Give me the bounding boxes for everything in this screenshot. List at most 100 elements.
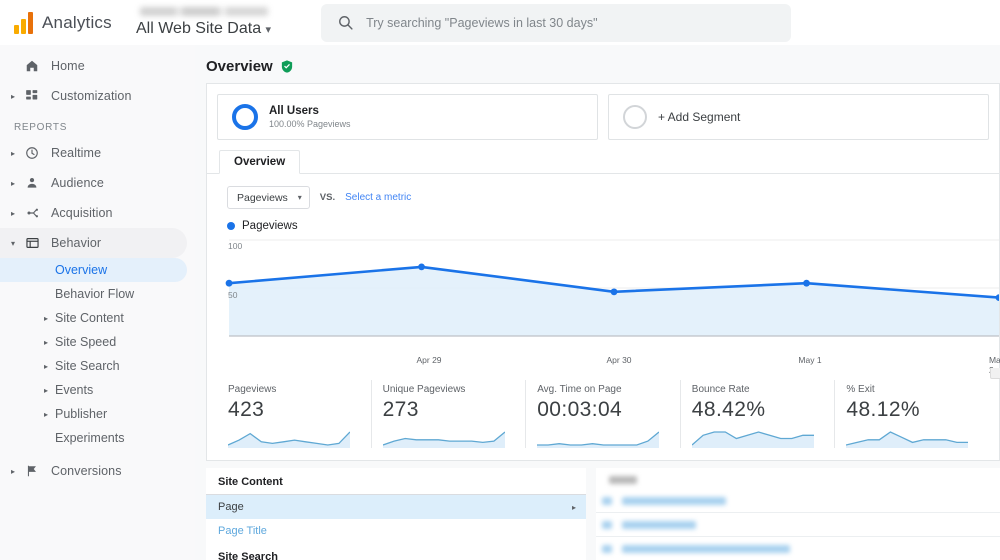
- chevron-down-icon: ▾: [297, 193, 302, 202]
- sidebar-sublabel: Site Content: [55, 311, 124, 325]
- chevron-down-icon: ▾: [265, 24, 272, 36]
- add-segment-label: + Add Segment: [658, 110, 741, 124]
- chart-zoom-handle[interactable]: •: [990, 368, 1000, 379]
- row-index-redacted: [602, 544, 612, 553]
- brand-block[interactable]: Analytics: [0, 11, 130, 34]
- kpi-value: 48.12%: [846, 398, 920, 421]
- tab-strip: Overview: [207, 148, 999, 174]
- tab-overview[interactable]: Overview: [219, 150, 301, 174]
- expand-arrow: ▸: [44, 409, 49, 419]
- sidebar-subitem-events[interactable]: ▸ Events: [0, 378, 195, 402]
- sidebar-subitem-behavior-flow[interactable]: Behavior Flow: [0, 282, 195, 306]
- page-header: Overview: [195, 45, 1000, 83]
- sidebar-subitem-site-search[interactable]: ▸ Site Search: [0, 354, 195, 378]
- search-input[interactable]: Try searching "Pageviews in last 30 days…: [321, 3, 792, 42]
- page-list-item[interactable]: [596, 537, 1000, 560]
- dimension-row-page[interactable]: Page ▸: [206, 495, 586, 519]
- add-segment-ring-icon: [623, 105, 647, 129]
- page-link-redacted: [622, 520, 696, 529]
- page-link-redacted: [622, 544, 790, 553]
- kpi-value: 273: [382, 398, 419, 421]
- search-icon: [339, 16, 353, 30]
- analytics-app: Analytics All Web Site Data ▾ Try search…: [0, 0, 1000, 560]
- segment-subtitle: 100.00% Pageviews: [269, 119, 351, 129]
- row-index-redacted: [602, 520, 612, 529]
- sidebar-subitem-site-speed[interactable]: ▸ Site Speed: [0, 330, 195, 354]
- sidebar-label: Behavior: [51, 236, 102, 250]
- sidebar-subitem-publisher[interactable]: ▸ Publisher: [0, 402, 195, 426]
- site-content-panel: Site Content Page ▸ Page Title Site Sear…: [206, 468, 586, 560]
- sparkline-avg-time: [537, 431, 660, 448]
- sidebar-subitem-overview[interactable]: Overview: [0, 258, 187, 282]
- dimension-row-page-title[interactable]: Page Title: [206, 519, 586, 543]
- metric-dropdown-value: Pageviews: [237, 191, 288, 204]
- select-metric-link[interactable]: Select a metric: [345, 192, 411, 203]
- app-body: Home ▸ Customization REPORTS ▸ Realtime …: [0, 45, 1000, 560]
- x-tick-may-1: May 1: [798, 355, 822, 365]
- kpi-label: Avg. Time on Page: [537, 384, 622, 395]
- kpi-pageviews: Pageviews 423: [217, 380, 372, 448]
- property-selector[interactable]: All Web Site Data ▾: [130, 0, 271, 45]
- sidebar-item-conversions[interactable]: ▸ Conversions: [0, 456, 195, 486]
- sidebar-sublabel: Events: [55, 383, 94, 397]
- segments-bar: All Users 100.00% Pageviews + Add Segmen…: [207, 84, 999, 148]
- sidebar-item-audience[interactable]: ▸ Audience: [0, 168, 195, 198]
- sidebar-label: Acquisition: [51, 206, 113, 220]
- page-list-item[interactable]: [596, 513, 1000, 537]
- dimension-label: Page Title: [218, 525, 267, 537]
- page-link-redacted: [622, 496, 726, 505]
- kpi-value: 423: [228, 398, 265, 421]
- sidebar-subitem-site-content[interactable]: ▸ Site Content: [0, 306, 195, 330]
- kpi-unique-pageviews: Unique Pageviews 273: [372, 380, 527, 448]
- sparkline-exit-rate: [846, 431, 969, 448]
- metric-dropdown[interactable]: Pageviews ▾: [227, 186, 310, 209]
- sidebar-item-realtime[interactable]: ▸ Realtime: [0, 138, 195, 168]
- sidebar-item-behavior[interactable]: ▾ Behavior: [0, 228, 187, 258]
- person-icon: [20, 176, 44, 190]
- chevron-right-icon: ▸: [571, 502, 576, 512]
- chart-x-axis: Apr 29 Apr 30 May 1 May 2 •: [207, 354, 1000, 379]
- site-content-title: Site Content: [206, 468, 586, 495]
- segment-title: All Users: [269, 105, 319, 117]
- flag-icon: [20, 464, 44, 478]
- analytics-bars-icon: [14, 11, 33, 34]
- kpi-label: Pageviews: [228, 384, 277, 395]
- sidebar-label: Audience: [51, 176, 104, 190]
- sidebar-sublabel: Publisher: [55, 407, 108, 421]
- expand-arrow: ▸: [10, 178, 15, 188]
- chart-legend: Pageviews: [207, 209, 999, 232]
- dimension-label: Page: [218, 501, 244, 513]
- kpi-row: Pageviews 423 Unique Pageviews 273 Avg. …: [207, 370, 999, 460]
- expand-arrow: ▸: [10, 208, 15, 218]
- page-list-panel: [596, 468, 1000, 560]
- metric-selector-row: Pageviews ▾ VS. Select a metric: [207, 174, 999, 209]
- sidebar-subitem-experiments[interactable]: Experiments: [0, 426, 195, 450]
- segment-ring-icon: [232, 104, 258, 130]
- sidebar-label: Home: [51, 59, 85, 73]
- collapse-arrow: ▾: [10, 238, 15, 248]
- bottom-panels: Site Content Page ▸ Page Title Site Sear…: [206, 468, 1000, 560]
- overview-card: All Users 100.00% Pageviews + Add Segmen…: [206, 83, 1000, 461]
- search-placeholder: Try searching "Pageviews in last 30 days…: [366, 15, 598, 30]
- segment-all-users[interactable]: All Users 100.00% Pageviews: [217, 94, 598, 140]
- x-tick-apr-29: Apr 29: [416, 355, 442, 365]
- sidebar: Home ▸ Customization REPORTS ▸ Realtime …: [0, 45, 195, 560]
- sidebar-section-reports: REPORTS: [14, 122, 68, 133]
- chart-plot-area: [225, 239, 999, 337]
- expand-arrow: ▸: [10, 91, 15, 101]
- sidebar-sublabel: Site Speed: [55, 335, 117, 349]
- kpi-label: Unique Pageviews: [382, 384, 466, 395]
- account-name-redacted: [140, 7, 268, 16]
- kpi-value: 00:03:04: [537, 398, 623, 421]
- y-tick-100: 100: [228, 241, 243, 251]
- sidebar-item-acquisition[interactable]: ▸ Acquisition: [0, 198, 195, 228]
- property-selector-label[interactable]: All Web Site Data ▾: [136, 20, 271, 38]
- behavior-icon: [20, 236, 44, 250]
- page-list-item[interactable]: [596, 489, 1000, 513]
- row-index-redacted: [602, 496, 612, 505]
- add-segment-button[interactable]: + Add Segment: [608, 94, 989, 140]
- pageviews-chart[interactable]: 100 50: [207, 236, 999, 354]
- sidebar-item-customization[interactable]: ▸ Customization: [0, 81, 195, 111]
- vs-label: VS.: [319, 192, 336, 203]
- sidebar-item-home[interactable]: Home: [0, 51, 195, 81]
